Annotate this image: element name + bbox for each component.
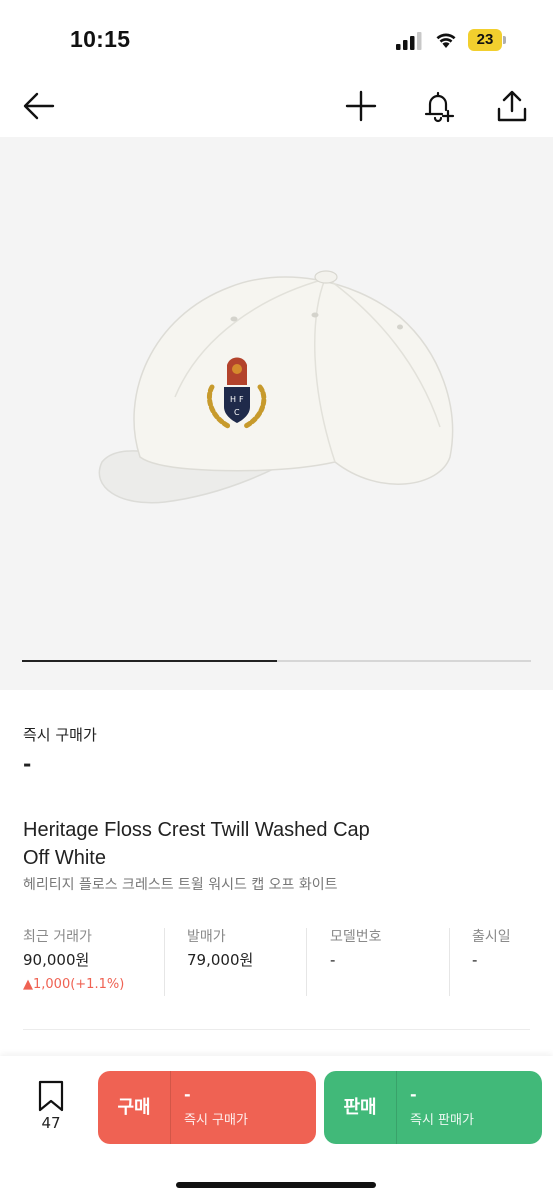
section-divider — [23, 1029, 530, 1030]
release-price-value: 79,000원 — [187, 951, 254, 969]
wifi-icon — [436, 33, 456, 48]
gallery-page-indicator-fill — [22, 660, 277, 662]
status-bar: 10:15 23 — [0, 0, 553, 75]
buy-button-label: 구매 — [117, 1097, 151, 1118]
product-image-cap: H F C — [98, 270, 454, 504]
model-number-label: 모델번호 — [330, 929, 382, 945]
sell-button-divider — [396, 1071, 397, 1144]
gallery-page-indicator — [22, 660, 531, 662]
arrow-left-icon[interactable] — [22, 89, 56, 123]
buy-button-price: - — [184, 1085, 191, 1104]
instant-buy-price-value: - — [23, 752, 32, 776]
buy-button-divider — [170, 1071, 171, 1144]
sell-button-price: - — [410, 1085, 417, 1104]
buy-button[interactable]: 구매 - 즉시 구매가 — [98, 1071, 316, 1144]
svg-text:F: F — [239, 395, 244, 404]
svg-text:C: C — [234, 408, 240, 417]
status-time: 10:15 — [70, 26, 131, 52]
buy-button-sublabel: 즉시 구매가 — [184, 1113, 248, 1128]
bookmark-button[interactable]: 47 — [29, 1080, 73, 1144]
share-icon[interactable] — [495, 89, 529, 123]
bookmark-count: 47 — [41, 1114, 61, 1132]
release-date-value: - — [472, 951, 478, 969]
recent-trade-price-change: ▲1,000(+1.1%) — [23, 977, 125, 992]
product-gallery[interactable]: H F C — [0, 137, 553, 690]
product-title-en-line2: Off White — [23, 847, 106, 869]
release-price: 발매가 79,000원 — [187, 926, 297, 996]
product-title-en-line1: Heritage Floss Crest Twill Washed Cap — [23, 819, 370, 841]
bell-plus-icon[interactable] — [421, 89, 455, 123]
info-divider — [164, 928, 165, 996]
recent-trade-price-value: 90,000원 — [23, 951, 90, 969]
recent-trade-price-label: 최근 거래가 — [23, 929, 92, 945]
sell-button-label: 판매 — [343, 1097, 377, 1118]
release-date: 출시일 - — [472, 926, 542, 996]
info-divider — [449, 928, 450, 996]
home-indicator — [176, 1182, 376, 1188]
bookmark-icon — [38, 1080, 64, 1112]
release-price-label: 발매가 — [187, 929, 226, 945]
recent-trade-price[interactable]: 최근 거래가 90,000원 ▲1,000(+1.1%) — [23, 926, 163, 996]
product-info-row: 최근 거래가 90,000원 ▲1,000(+1.1%) 발매가 79,000원… — [0, 926, 553, 998]
model-number-value: - — [330, 951, 336, 969]
battery-indicator: 23 — [468, 29, 506, 51]
top-nav — [0, 75, 553, 137]
plus-icon[interactable] — [344, 89, 378, 123]
sell-button-sublabel: 즉시 판매가 — [410, 1113, 474, 1128]
instant-buy-price-label: 즉시 구매가 — [23, 726, 97, 744]
svg-text:H: H — [230, 395, 236, 404]
release-date-label: 출시일 — [472, 929, 511, 945]
sell-button[interactable]: 판매 - 즉시 판매가 — [324, 1071, 542, 1144]
product-title-en: Heritage Floss Crest Twill Washed Cap Of… — [23, 816, 523, 872]
product-title-ko: 헤리티지 플로스 크레스트 트윌 워시드 캡 오프 화이트 — [23, 877, 338, 893]
battery-level: 23 — [476, 31, 494, 48]
battery-nub — [503, 36, 506, 44]
model-number: 모델번호 - — [330, 926, 440, 996]
bottom-action-bar: 47 구매 - 즉시 구매가 판매 - 즉시 판매가 — [0, 1056, 553, 1200]
cellular-signal-icon — [396, 32, 422, 50]
info-divider — [306, 928, 307, 996]
